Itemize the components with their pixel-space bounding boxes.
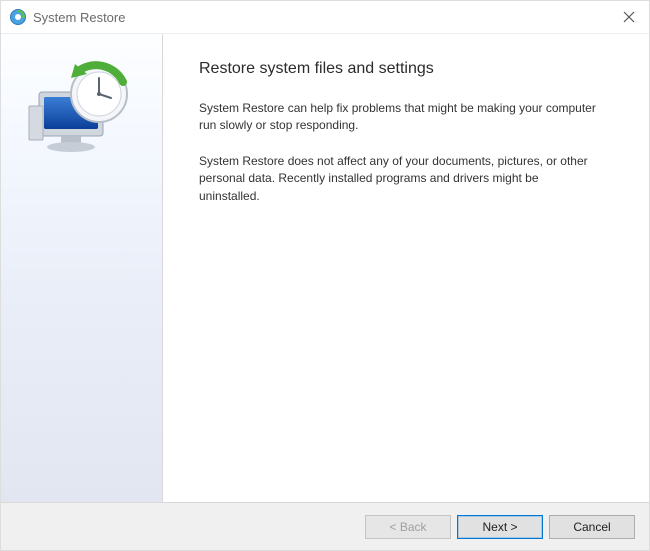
content-area: Restore system files and settings System… — [1, 33, 649, 502]
next-button[interactable]: Next > — [457, 515, 543, 539]
window-title: System Restore — [33, 10, 125, 25]
back-button: < Back — [365, 515, 451, 539]
close-button[interactable] — [619, 7, 639, 27]
system-restore-app-icon — [9, 8, 27, 26]
wizard-main-panel: Restore system files and settings System… — [163, 34, 649, 502]
system-restore-illustration-icon — [27, 54, 137, 164]
titlebar: System Restore — [1, 1, 649, 33]
description-paragraph-2: System Restore does not affect any of yo… — [199, 153, 599, 205]
wizard-sidebar — [1, 34, 163, 502]
cancel-button[interactable]: Cancel — [549, 515, 635, 539]
page-heading: Restore system files and settings — [199, 60, 615, 78]
close-icon — [623, 11, 635, 23]
description-paragraph-1: System Restore can help fix problems tha… — [199, 100, 599, 135]
wizard-footer: < Back Next > Cancel — [1, 502, 649, 550]
